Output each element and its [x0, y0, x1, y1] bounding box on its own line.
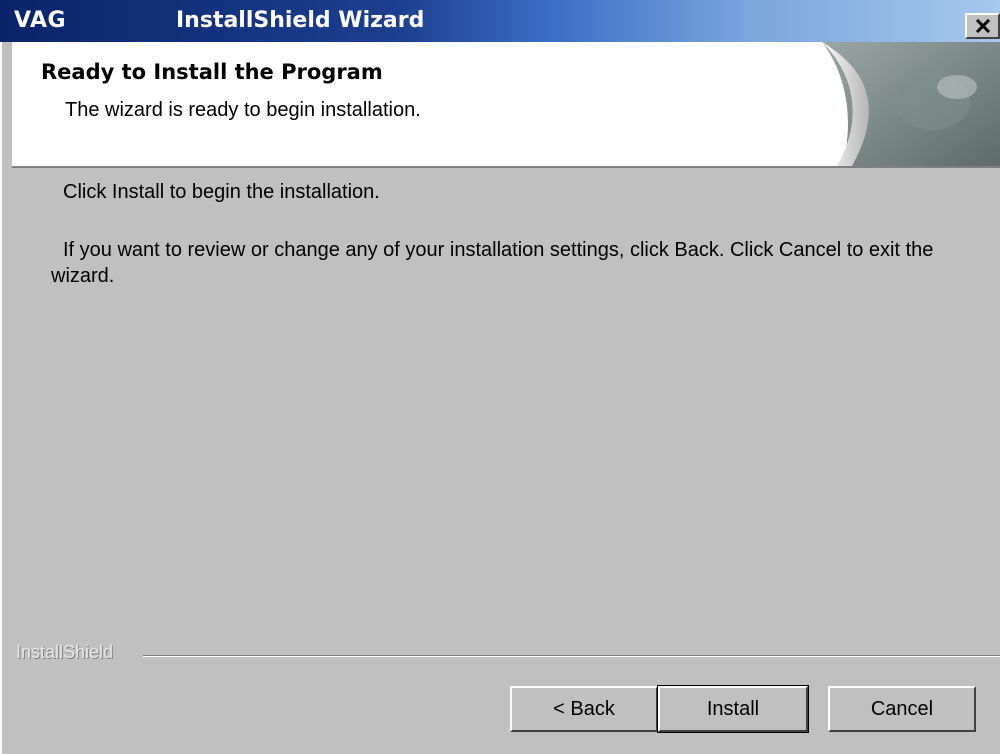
instruction-text: Click Install to begin the installation.: [63, 181, 380, 203]
page-subtitle: The wizard is ready to begin installatio…: [65, 99, 421, 121]
window-left-border: [0, 42, 12, 754]
back-button[interactable]: < Back: [510, 686, 658, 732]
cancel-button[interactable]: Cancel: [828, 686, 976, 732]
wizard-header: Ready to Install the Program The wizard …: [12, 42, 1000, 168]
instruction-detail-text: If you want to review or change any of y…: [51, 239, 934, 287]
app-name: VAG: [14, 8, 67, 33]
page-curl-graphic: [822, 42, 1000, 166]
close-icon: [975, 19, 990, 33]
window-title: InstallShield Wizard: [176, 8, 425, 33]
footer-divider: [143, 655, 1000, 657]
close-button[interactable]: [965, 13, 1000, 39]
install-button[interactable]: Install: [657, 685, 809, 733]
installshield-brand-label: InstallShield: [16, 642, 114, 662]
page-title: Ready to Install the Program: [41, 60, 383, 84]
title-bar: VAG InstallShield Wizard: [0, 0, 1000, 42]
